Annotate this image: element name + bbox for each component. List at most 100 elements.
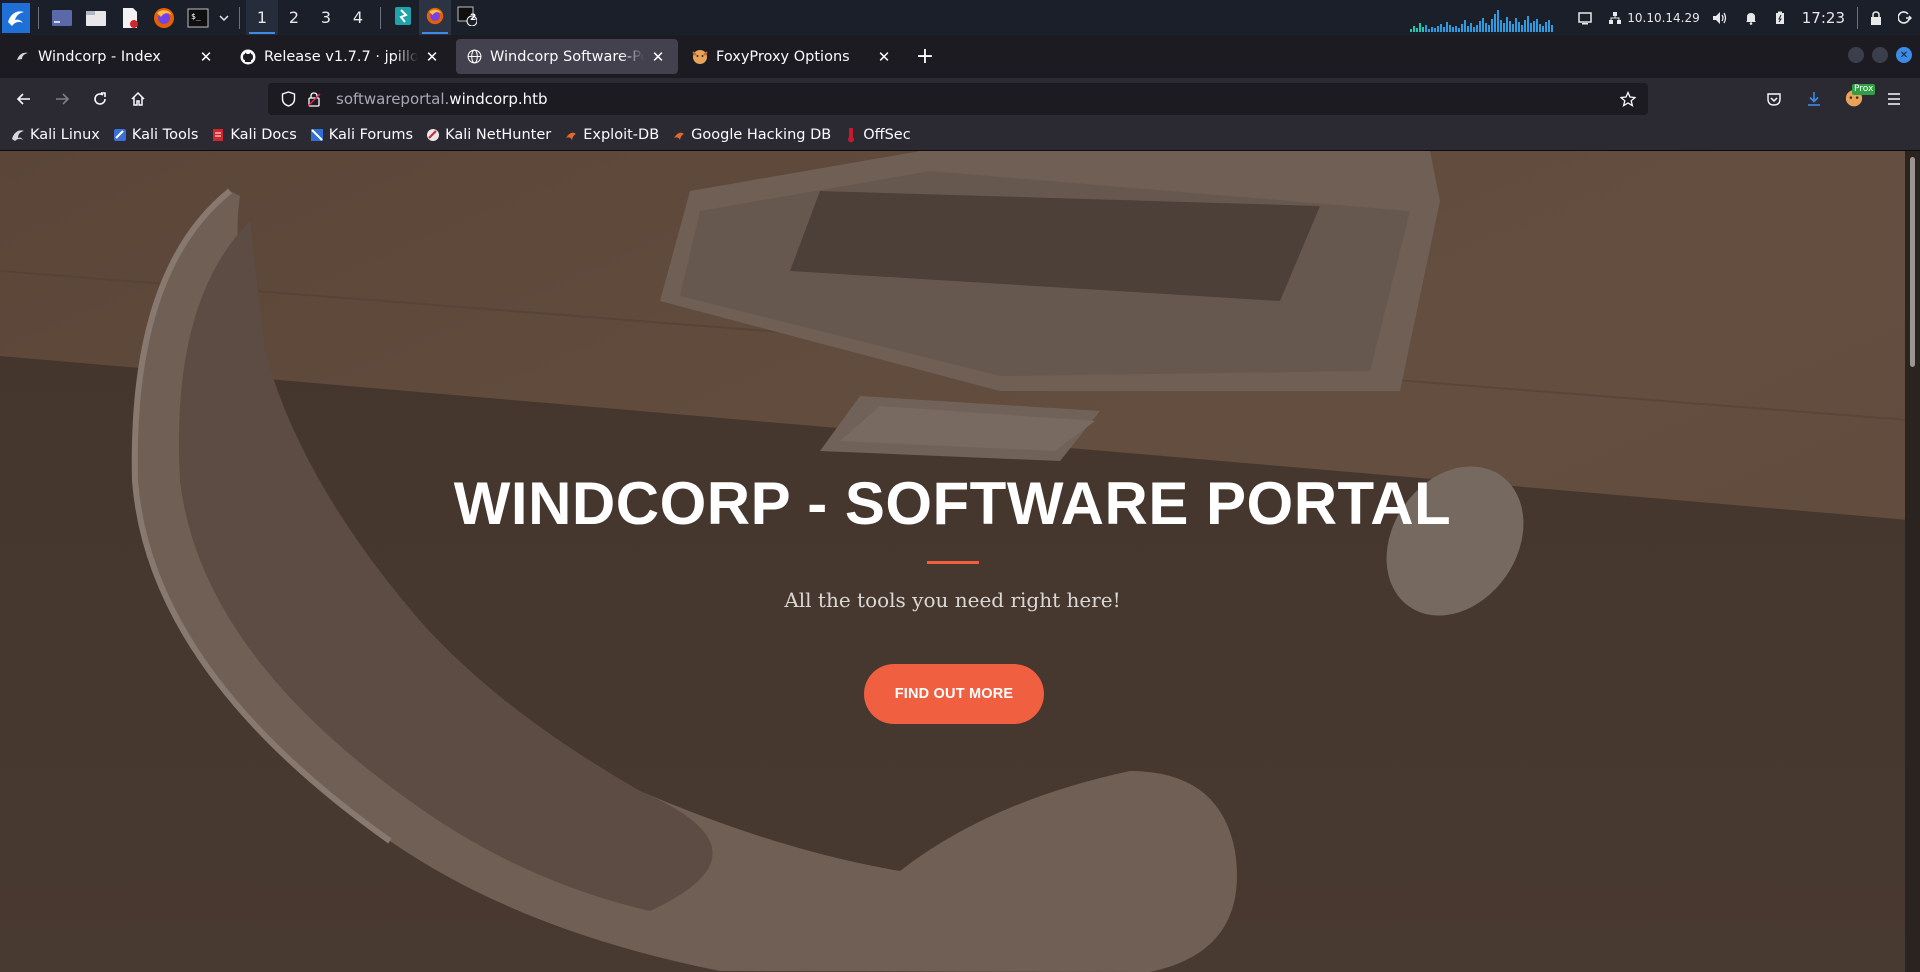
network-graph-bar	[1539, 23, 1542, 32]
network-graph	[1410, 4, 1560, 32]
panel-separator	[239, 6, 240, 29]
window-close-button[interactable]: ✕	[1896, 47, 1912, 63]
logout-icon[interactable]	[1890, 0, 1920, 35]
shield-icon[interactable]	[276, 87, 300, 111]
bookmarks-toolbar: Kali Linux Kali Tools Kali Docs Kali For…	[0, 120, 1920, 151]
scrollbar-thumb[interactable]	[1910, 157, 1915, 367]
firefox-icon[interactable]	[149, 3, 179, 33]
bookmark-label: Kali Linux	[30, 127, 100, 143]
new-tab-button[interactable]: +	[908, 40, 942, 74]
kali-icon	[14, 49, 30, 65]
network-graph-bar	[1491, 18, 1494, 32]
menu-hamburger-icon[interactable]	[1878, 83, 1910, 115]
clock[interactable]: 17:23	[1794, 0, 1853, 35]
padlock-insecure-icon[interactable]	[302, 87, 326, 111]
bookmark-kali-nethunter[interactable]: Kali NetHunter	[425, 127, 551, 143]
bookmark-label: Kali NetHunter	[445, 127, 552, 143]
tab-foxyproxy[interactable]: FoxyProxy Options ✕	[682, 39, 904, 74]
close-icon[interactable]: ✕	[648, 47, 668, 67]
back-button[interactable]	[8, 83, 40, 115]
volume-icon[interactable]	[1704, 0, 1736, 35]
nav-bar: softwareportal.windcorp.htb Prox	[0, 78, 1920, 120]
file-manager-icon[interactable]	[81, 3, 111, 33]
find-out-more-button[interactable]: FIND OUT MORE	[864, 664, 1044, 724]
workspace-2[interactable]: 2	[278, 0, 310, 35]
bookmark-google-hacking-db[interactable]: Google Hacking DB	[671, 127, 831, 143]
network-graph-bar	[1482, 17, 1485, 32]
maximize-button[interactable]	[1872, 47, 1888, 63]
notification-bell-icon[interactable]	[1736, 0, 1766, 35]
home-button[interactable]	[122, 83, 154, 115]
bookmark-exploit-db[interactable]: Exploit-DB	[563, 127, 659, 143]
close-icon[interactable]: ✕	[422, 47, 442, 67]
workspace-3[interactable]: 3	[310, 0, 342, 35]
url-text[interactable]: softwareportal.windcorp.htb	[336, 90, 548, 108]
network-graph-bar	[1410, 28, 1413, 32]
bookmark-label: Kali Forums	[328, 127, 414, 143]
network-graph-bar	[1419, 22, 1422, 32]
minimize-button[interactable]	[1848, 47, 1864, 63]
network-graph-bar	[1485, 22, 1488, 32]
downloads-icon[interactable]	[1798, 83, 1830, 115]
url-bar[interactable]: softwareportal.windcorp.htb	[268, 83, 1648, 115]
bookmark-offsec[interactable]: OffSec	[843, 127, 911, 143]
display-icon[interactable]	[1570, 0, 1600, 35]
vpn-indicator[interactable]: 10.10.14.29	[1600, 0, 1704, 35]
network-graph-bar	[1524, 19, 1527, 32]
reload-button[interactable]	[84, 83, 116, 115]
task-firefox[interactable]	[419, 0, 451, 35]
workspace-1[interactable]: 1	[246, 0, 278, 35]
network-graph-bar	[1416, 27, 1419, 32]
bookmark-kali-linux[interactable]: Kali Linux	[10, 127, 100, 143]
network-graph-bar	[1449, 24, 1452, 32]
desktop-icon[interactable]	[47, 3, 77, 33]
panel-separator	[380, 6, 381, 29]
task-remmina[interactable]	[387, 0, 419, 35]
network-graph-bar	[1431, 26, 1434, 32]
kali-menu-icon[interactable]	[2, 2, 30, 33]
forward-button[interactable]	[46, 83, 78, 115]
foxyproxy-extension-button[interactable]: Prox	[1838, 83, 1876, 115]
network-graph-bar	[1458, 27, 1461, 32]
tab-chisel-release[interactable]: Release v1.7.7 · jpillora/chisel ✕	[230, 39, 452, 74]
close-icon[interactable]: ✕	[196, 47, 216, 67]
workspace-4[interactable]: 4	[342, 0, 374, 35]
tab-windcorp-index[interactable]: Windcorp - Index ✕	[4, 39, 226, 74]
pocket-icon[interactable]	[1758, 83, 1790, 115]
network-graph-bar	[1443, 26, 1446, 32]
network-graph-bar	[1509, 20, 1512, 32]
bookmark-label: Exploit-DB	[583, 127, 660, 143]
network-graph-bar	[1440, 23, 1443, 32]
bookmark-star-icon[interactable]	[1616, 87, 1640, 111]
url-domain: windcorp.htb	[449, 90, 548, 108]
page-viewport: WINDCORP - SOFTWARE PORTAL All the tools…	[0, 151, 1920, 972]
kali-docs-icon	[210, 127, 226, 143]
bookmark-kali-docs[interactable]: Kali Docs	[210, 127, 297, 143]
task-terminal[interactable]: 2	[451, 0, 483, 35]
network-icon	[1608, 11, 1622, 25]
network-graph-bar	[1500, 19, 1503, 32]
bookmark-kali-tools[interactable]: Kali Tools	[112, 127, 198, 143]
network-graph-bar	[1545, 21, 1548, 32]
terminal-icon[interactable]: $_	[183, 3, 213, 33]
bookmark-label: Kali Docs	[230, 127, 297, 143]
network-graph-bar	[1497, 9, 1500, 32]
network-graph-bar	[1542, 25, 1545, 32]
chevron-down-icon[interactable]	[217, 3, 231, 33]
text-editor-icon[interactable]	[115, 3, 145, 33]
network-graph-bar	[1473, 26, 1476, 32]
network-graph-bar	[1527, 15, 1530, 32]
top-panel: $_ 1 2 3 4 2 10.10.14.29 17:23	[0, 0, 1920, 35]
network-graph-bar	[1452, 26, 1455, 32]
bookmark-kali-forums[interactable]: Kali Forums	[309, 127, 413, 143]
network-graph-bar	[1464, 19, 1467, 32]
network-graph-bar	[1434, 27, 1437, 32]
network-graph-bar	[1476, 24, 1479, 32]
network-graph-bar	[1455, 25, 1458, 32]
page-scrollbar[interactable]	[1905, 151, 1920, 972]
battery-icon[interactable]	[1766, 0, 1794, 35]
lock-icon[interactable]	[1862, 0, 1890, 35]
close-icon[interactable]: ✕	[874, 47, 894, 67]
network-graph-bar	[1548, 19, 1551, 32]
tab-software-portal[interactable]: Windcorp Software-Portal ✕	[456, 39, 678, 74]
